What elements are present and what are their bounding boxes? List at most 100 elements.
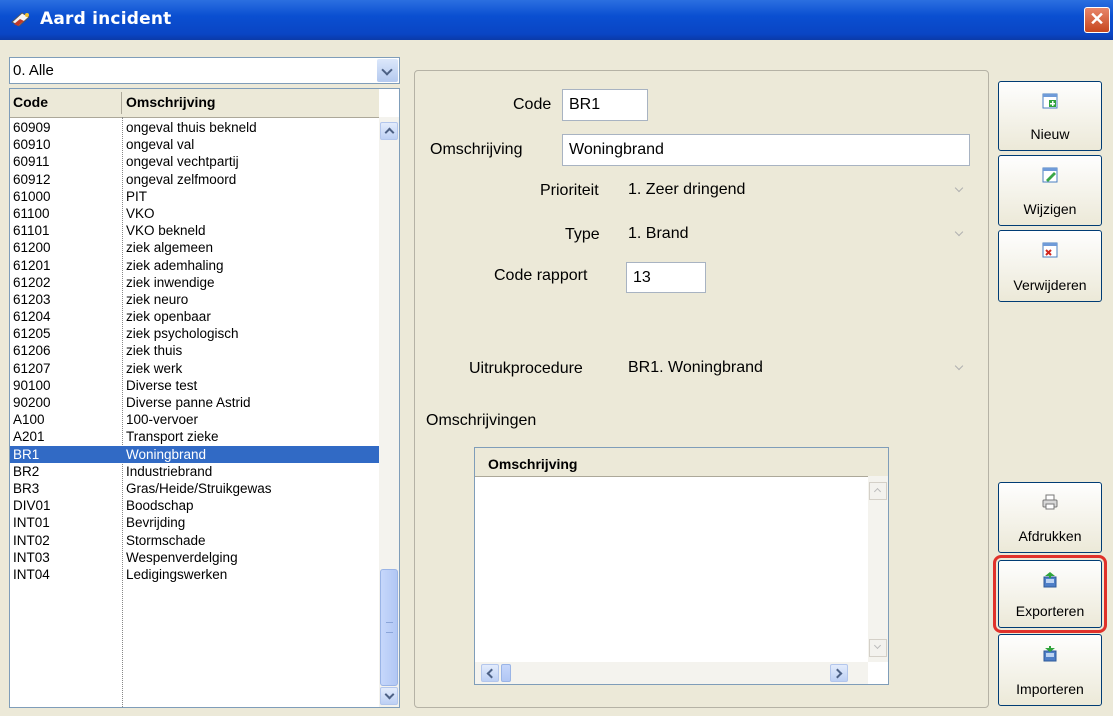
list-item[interactable]: 61201 ziek ademhaling (10, 257, 379, 274)
list-item-code: INT03 (13, 549, 50, 565)
verwijderen-label: Verwijderen (1013, 277, 1087, 293)
list-item[interactable]: 61203 ziek neuro (10, 291, 379, 308)
list-item-description: ongeval thuis bekneld (126, 120, 257, 135)
importeren-label: Importeren (1016, 681, 1084, 697)
list-item[interactable]: 61202 ziek inwendige (10, 274, 379, 291)
list-item[interactable]: 61100 VKO (10, 205, 379, 222)
scroll-thumb[interactable] (380, 569, 398, 686)
list-item-code: A201 (13, 429, 45, 445)
list-item-description: Gras/Heide/Struikgewas (126, 480, 272, 496)
column-header-description[interactable]: Omschrijving (126, 94, 215, 110)
omschrijvingen-label: Omschrijvingen (426, 412, 537, 429)
code-field[interactable]: BR1 (562, 89, 648, 121)
list-item[interactable]: INT03 Wespenverdelging (10, 549, 379, 566)
list-item-description: ziek psychologisch (126, 326, 239, 342)
list-item-description: PIT (126, 188, 148, 204)
omschrijving-field[interactable]: Woningbrand (562, 134, 970, 166)
importeren-button[interactable]: Importeren (998, 634, 1102, 706)
list-item-code: 61206 (13, 343, 51, 359)
column-separator[interactable] (121, 92, 122, 114)
list-item[interactable]: A201 Transport zieke (10, 428, 379, 445)
list-item[interactable]: 60910 ongeval val (10, 136, 379, 153)
list-item[interactable]: 60912 ongeval zelfmoord (10, 171, 379, 188)
grid-vertical-scrollbar[interactable] (868, 476, 888, 662)
list-item-code: 61200 (13, 240, 51, 256)
type-dropdown[interactable]: 1. Brand (622, 219, 970, 251)
scroll-left-button[interactable] (481, 664, 499, 682)
scroll-up-button[interactable] (380, 122, 398, 140)
list-scrollbar[interactable] (379, 117, 399, 707)
list-item-description: Diverse test (126, 377, 198, 393)
list-item[interactable]: BR3 Gras/Heide/Struikgewas (10, 480, 379, 497)
scroll-down-button[interactable] (380, 687, 398, 705)
chevron-down-icon[interactable] (954, 183, 964, 193)
incident-list[interactable]: Code Omschrijving 60909 ongeval thuis bek… (9, 88, 400, 708)
list-item-description: ziek ademhaling (126, 257, 224, 273)
list-item[interactable]: INT01 Bevrijding (10, 514, 379, 531)
list-item-code: INT04 (13, 566, 50, 582)
list-item-code: BR2 (13, 463, 40, 479)
scroll-right-button[interactable] (830, 664, 848, 682)
close-button[interactable]: ✕ (1084, 7, 1110, 33)
wijzigen-button[interactable]: Wijzigen (998, 155, 1102, 226)
list-item-description: VKO (126, 205, 155, 221)
export-icon (1043, 572, 1057, 588)
list-item[interactable]: DIV01 Boodschap (10, 497, 379, 514)
scroll-down-button[interactable] (869, 639, 887, 657)
afdrukken-button[interactable]: Afdrukken (998, 482, 1102, 553)
list-item[interactable]: 61000 PIT (10, 188, 379, 205)
list-item[interactable]: 61101 VKO bekneld (10, 222, 379, 239)
list-item-description: Ledigingswerken (126, 566, 228, 582)
app-icon (11, 12, 30, 27)
chevron-down-icon[interactable] (954, 361, 964, 371)
list-item[interactable]: 61205 ziek psychologisch (10, 325, 379, 342)
verwijderen-button[interactable]: Verwijderen (998, 230, 1102, 302)
chevron-down-icon[interactable] (377, 59, 398, 82)
list-item[interactable]: 90200 Diverse panne Astrid (10, 394, 379, 411)
list-item[interactable]: 90100 Diverse test (10, 377, 379, 394)
list-header: Code Omschrijving (10, 89, 379, 118)
list-item-code: 61203 (13, 291, 51, 307)
list-item[interactable]: 61204 ziek openbaar (10, 308, 379, 325)
list-item[interactable]: 60911 ongeval vechtpartij (10, 153, 379, 170)
list-item[interactable]: BR1 Woningbrand (10, 445, 379, 463)
prioriteit-dropdown[interactable]: 1. Zeer dringend (622, 175, 970, 207)
list-item-code: INT01 (13, 515, 50, 531)
chevron-down-icon[interactable] (954, 227, 964, 237)
uitrukprocedure-dropdown[interactable]: BR1. Woningbrand (622, 353, 970, 385)
nieuw-button[interactable]: Nieuw (998, 81, 1102, 151)
list-item[interactable]: BR2 Industriebrand (10, 463, 379, 480)
list-item[interactable]: INT04 Ledigingswerken (10, 566, 379, 583)
list-item-description: ongeval val (126, 137, 195, 153)
code-rapport-field[interactable]: 13 (626, 262, 706, 293)
column-header-code[interactable]: Code (13, 94, 48, 110)
exporteren-button[interactable]: Exporteren (993, 555, 1107, 633)
list-item-code: 61202 (13, 274, 51, 290)
list-item-description: ongeval zelfmoord (126, 171, 237, 187)
list-item[interactable]: A100 100-vervoer (10, 411, 379, 428)
filter-dropdown[interactable]: 0. Alle (9, 57, 400, 84)
list-item-description: Wespenverdelging (126, 549, 238, 565)
list-item-description: ziek werk (126, 360, 183, 376)
list-item-description: Industriebrand (126, 463, 213, 479)
uitrukprocedure-label: Uitrukprocedure (469, 360, 583, 377)
list-item-description: Woningbrand (126, 446, 207, 462)
scroll-up-button[interactable] (869, 482, 887, 500)
list-item[interactable]: 61207 ziek werk (10, 360, 379, 377)
prioriteit-value: 1. Zeer dringend (628, 181, 746, 198)
grid-horizontal-scrollbar[interactable] (475, 662, 868, 684)
omschrijvingen-grid[interactable]: Omschrijving (474, 447, 889, 685)
list-item[interactable]: 60909 ongeval thuis bekneld (10, 119, 379, 136)
list-item-code: 61201 (13, 257, 51, 273)
list-item-code: 61207 (13, 360, 51, 376)
list-item[interactable]: 61206 ziek thuis (10, 342, 379, 359)
list-item-code: 60909 (13, 120, 51, 135)
wijzigen-label: Wijzigen (1023, 201, 1077, 217)
list-item[interactable]: INT02 Stormschade (10, 532, 379, 549)
list-item[interactable]: 61200 ziek algemeen (10, 239, 379, 256)
title-bar: Aard incident ✕ (0, 0, 1113, 40)
grid-column-header[interactable]: Omschrijving (488, 456, 577, 472)
code-rapport-label: Code rapport (494, 267, 588, 284)
filter-selected: 0. Alle (13, 62, 54, 79)
scroll-thumb[interactable] (501, 664, 511, 682)
